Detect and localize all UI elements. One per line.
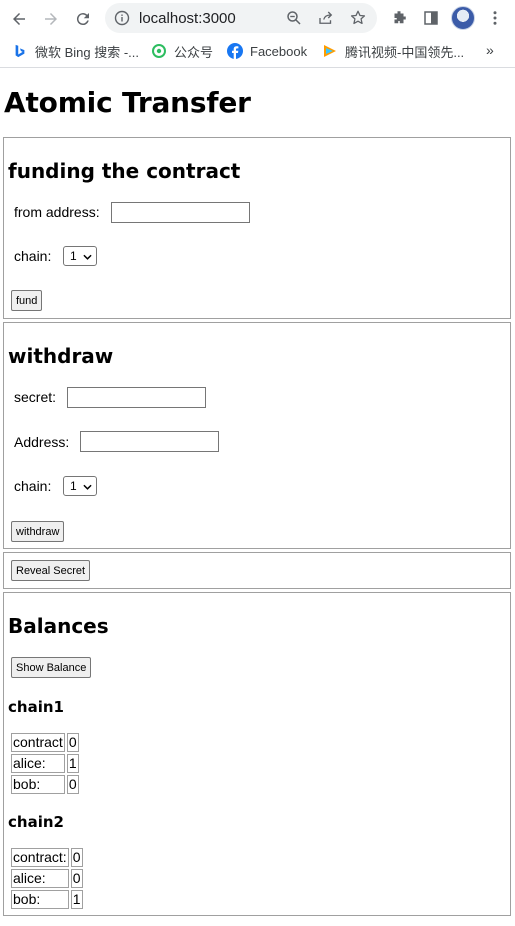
fund-chain-label: chain:: [14, 248, 52, 264]
account-balance: 0: [66, 733, 79, 752]
chain1-heading: chain1: [8, 698, 64, 716]
account-balance: 0: [70, 848, 83, 867]
facebook-icon: [227, 43, 243, 59]
reveal-secret-button[interactable]: Reveal Secret: [11, 560, 91, 581]
from-address-input[interactable]: [111, 202, 250, 223]
withdraw-panel: withdraw secret: Address: chain: 1 withd…: [3, 322, 511, 549]
balances-panel: Balances Show Balance chain1 contract 0 …: [3, 592, 511, 916]
withdraw-chain-label: chain:: [14, 478, 52, 494]
account-balance: 1: [66, 754, 79, 773]
account-name: bob:: [11, 890, 69, 909]
show-balance-button[interactable]: Show Balance: [11, 657, 92, 678]
zoom-icon[interactable]: [285, 9, 303, 27]
chevron-down-icon: [83, 484, 92, 490]
withdraw-chain-value: 1: [70, 479, 77, 493]
reload-icon[interactable]: [70, 6, 96, 32]
secret-input[interactable]: [67, 387, 206, 408]
account-name: alice:: [11, 754, 65, 773]
share-icon[interactable]: [317, 9, 335, 27]
withdraw-chain-select[interactable]: 1: [63, 476, 97, 496]
back-icon[interactable]: [6, 6, 32, 32]
account-balance: 1: [70, 890, 83, 909]
profile-avatar[interactable]: [451, 6, 475, 30]
chain2-heading: chain2: [8, 813, 64, 831]
chevron-down-icon: [83, 254, 92, 260]
table-row: contract: 0: [11, 848, 83, 867]
bookmarks-bar: 微软 Bing 搜索 -... 公众号 Facebook 腾讯视频-中国领先..…: [0, 38, 515, 64]
tencent-video-icon: [322, 43, 338, 59]
balances-heading: Balances: [8, 614, 109, 638]
address-label: Address:: [14, 434, 70, 450]
fund-chain-select[interactable]: 1: [63, 246, 97, 266]
account-name: contract: [11, 733, 65, 752]
from-address-label: from address:: [14, 204, 100, 220]
table-row: bob: 1: [11, 890, 83, 909]
table-row: contract 0: [11, 733, 79, 752]
table-row: alice: 0: [11, 869, 83, 888]
bookmarks-overflow-icon[interactable]: »: [486, 42, 494, 58]
bookmark-star-icon[interactable]: [349, 9, 367, 27]
chain2-balance-table: contract: 0 alice: 0 bob: 1: [9, 846, 85, 911]
bookmark-facebook[interactable]: Facebook: [227, 42, 307, 60]
bookmark-bing[interactable]: 微软 Bing 搜索 -...: [12, 42, 139, 60]
withdraw-heading: withdraw: [8, 344, 114, 368]
account-balance: 0: [70, 869, 83, 888]
bookmark-label: 腾讯视频-中国领先...: [345, 44, 465, 60]
account-name: bob:: [11, 775, 65, 794]
address-bar[interactable]: localhost:3000: [105, 3, 377, 33]
bookmark-label: 公众号: [174, 44, 214, 60]
chain1-balance-table: contract 0 alice: 1 bob: 0: [9, 731, 81, 796]
fund-chain-value: 1: [70, 249, 77, 263]
table-row: alice: 1: [11, 754, 79, 773]
reveal-panel: Reveal Secret: [3, 552, 511, 589]
menu-kebab-icon[interactable]: [485, 8, 505, 28]
account-name: contract:: [11, 848, 69, 867]
address-input[interactable]: [80, 431, 219, 452]
fund-button[interactable]: fund: [11, 290, 43, 311]
side-panel-icon[interactable]: [421, 8, 441, 28]
table-row: bob: 0: [11, 775, 79, 794]
site-info-icon[interactable]: [114, 10, 130, 26]
account-balance: 0: [66, 775, 79, 794]
wechat-official-account-icon: [151, 43, 167, 59]
bing-icon: [12, 43, 28, 59]
url-text[interactable]: localhost:3000: [139, 10, 236, 27]
browser-chrome: localhost:3000 微软 Bing 搜索 -... 公众号 Faceb…: [0, 0, 515, 68]
bookmark-wechat[interactable]: 公众号: [151, 42, 213, 60]
withdraw-button[interactable]: withdraw: [11, 521, 65, 542]
secret-label: secret:: [14, 389, 57, 405]
account-name: alice:: [11, 869, 69, 888]
forward-icon[interactable]: [38, 6, 64, 32]
bookmark-label: Facebook: [250, 43, 308, 59]
bookmark-label: 微软 Bing 搜索 -...: [35, 44, 140, 60]
fund-heading: funding the contract: [8, 159, 241, 183]
bookmark-tencent-video[interactable]: 腾讯视频-中国领先...: [322, 42, 464, 60]
fund-panel: funding the contract from address: chain…: [3, 137, 511, 319]
extensions-icon[interactable]: [389, 8, 409, 28]
page-title: Atomic Transfer: [4, 86, 251, 119]
